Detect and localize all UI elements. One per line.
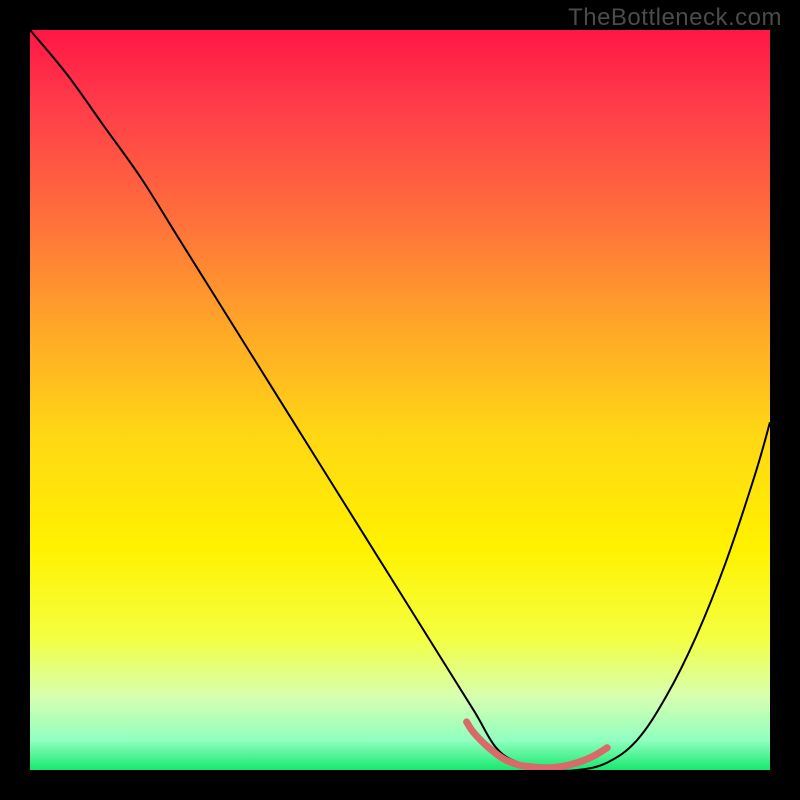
watermark-text: TheBottleneck.com: [568, 4, 782, 32]
chart-plot-area: [30, 30, 770, 770]
chart-svg: [30, 30, 770, 770]
chart-background: [30, 30, 770, 770]
